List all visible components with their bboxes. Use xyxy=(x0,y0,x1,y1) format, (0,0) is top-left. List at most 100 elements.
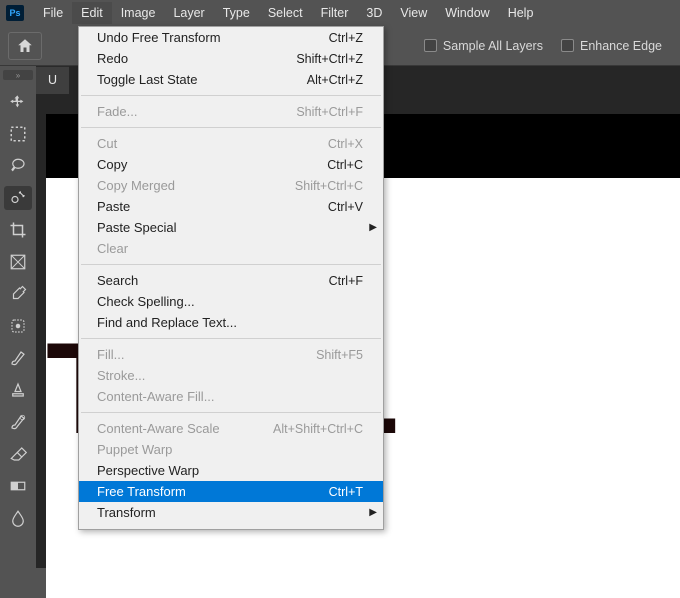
menu-view[interactable]: View xyxy=(391,2,436,24)
menu-item-undo-free-transform[interactable]: Undo Free Transform Ctrl+Z xyxy=(79,27,383,48)
history-brush-tool-icon xyxy=(9,413,27,431)
menu-item-shortcut: Ctrl+C xyxy=(327,158,363,172)
toolbox-expand-handle[interactable]: » xyxy=(3,70,33,80)
menu-item-perspective-warp[interactable]: Perspective Warp xyxy=(79,460,383,481)
menu-item-free-transform[interactable]: Free Transform Ctrl+T xyxy=(79,481,383,502)
menu-filter[interactable]: Filter xyxy=(312,2,358,24)
brush-tool-icon xyxy=(9,349,27,367)
menu-item-find-and-replace-text[interactable]: Find and Replace Text... xyxy=(79,312,383,333)
home-icon xyxy=(16,37,34,55)
enhance-edge-checkbox[interactable]: Enhance Edge xyxy=(561,39,662,53)
menu-item-label: Puppet Warp xyxy=(97,442,172,457)
menu-item-label: Redo xyxy=(97,51,128,66)
menu-item-shortcut: Ctrl+X xyxy=(328,137,363,151)
menu-item-label: Find and Replace Text... xyxy=(97,315,237,330)
menu-item-shortcut: Shift+Ctrl+Z xyxy=(296,52,363,66)
home-button[interactable] xyxy=(8,32,42,60)
eraser-tool-icon xyxy=(9,445,27,463)
menubar: Ps FileEditImageLayerTypeSelectFilter3DV… xyxy=(0,0,680,26)
menu-item-label: Copy Merged xyxy=(97,178,175,193)
quick-selection-tool-icon xyxy=(9,189,27,207)
app-icon: Ps xyxy=(6,5,24,21)
crop-tool-icon xyxy=(9,221,27,239)
history-brush-tool[interactable] xyxy=(4,410,32,434)
eyedropper-tool-icon xyxy=(9,285,27,303)
menu-item-label: Undo Free Transform xyxy=(97,30,221,45)
menu-help[interactable]: Help xyxy=(499,2,543,24)
quick-selection-tool[interactable] xyxy=(4,186,32,210)
menu-item-label: Paste Special xyxy=(97,220,177,235)
gradient-tool[interactable] xyxy=(4,474,32,498)
menu-item-stroke: Stroke... xyxy=(79,365,383,386)
sample-all-layers-label: Sample All Layers xyxy=(443,39,543,53)
healing-brush-tool-icon xyxy=(9,317,27,335)
menu-item-cut: CutCtrl+X xyxy=(79,133,383,154)
menu-item-shortcut: Shift+F5 xyxy=(316,348,363,362)
submenu-arrow-icon: ▶ xyxy=(369,507,377,518)
menu-item-label: Search xyxy=(97,273,138,288)
eraser-tool[interactable] xyxy=(4,442,32,466)
submenu-arrow-icon: ▶ xyxy=(369,222,377,233)
menu-item-label: Copy xyxy=(97,157,127,172)
menu-item-copy[interactable]: Copy Ctrl+C xyxy=(79,154,383,175)
menu-item-fill: Fill...Shift+F5 xyxy=(79,344,383,365)
clone-stamp-tool[interactable] xyxy=(4,378,32,402)
menu-item-label: Content-Aware Scale xyxy=(97,421,220,436)
blur-tool[interactable] xyxy=(4,506,32,530)
menu-item-label: Toggle Last State xyxy=(97,72,197,87)
menu-window[interactable]: Window xyxy=(436,2,498,24)
menu-select[interactable]: Select xyxy=(259,2,312,24)
eyedropper-tool[interactable] xyxy=(4,282,32,306)
checkbox-icon xyxy=(561,39,574,52)
edit-menu-dropdown: Undo Free Transform Ctrl+Z Redo Shift+Ctrl+… xyxy=(78,26,384,530)
brush-tool[interactable] xyxy=(4,346,32,370)
menu-layer[interactable]: Layer xyxy=(164,2,213,24)
menu-type[interactable]: Type xyxy=(214,2,259,24)
menu-item-check-spelling[interactable]: Check Spelling... xyxy=(79,291,383,312)
crop-tool[interactable] xyxy=(4,218,32,242)
blur-tool-icon xyxy=(9,509,27,527)
menu-item-label: Stroke... xyxy=(97,368,145,383)
lasso-tool[interactable] xyxy=(4,154,32,178)
menu-item-redo[interactable]: Redo Shift+Ctrl+Z xyxy=(79,48,383,69)
frame-tool-icon xyxy=(9,253,27,271)
menu-item-content-aware-scale: Content-Aware ScaleAlt+Shift+Ctrl+C xyxy=(79,418,383,439)
menu-separator xyxy=(81,95,381,96)
toolbox: » xyxy=(0,66,36,568)
menu-item-shortcut: Ctrl+T xyxy=(329,485,363,499)
menu-item-label: Content-Aware Fill... xyxy=(97,389,215,404)
menu-file[interactable]: File xyxy=(34,2,72,24)
move-tool-icon xyxy=(9,93,27,111)
menu-separator xyxy=(81,338,381,339)
gradient-tool-icon xyxy=(9,477,27,495)
healing-brush-tool[interactable] xyxy=(4,314,32,338)
menu-item-paste-special[interactable]: Paste Special ▶ xyxy=(79,217,383,238)
document-tab[interactable]: U xyxy=(36,66,69,94)
enhance-edge-label: Enhance Edge xyxy=(580,39,662,53)
menu-item-transform[interactable]: Transform▶ xyxy=(79,502,383,523)
marquee-tool-icon xyxy=(9,125,27,143)
menu-edit[interactable]: Edit xyxy=(72,2,112,24)
menu-3d[interactable]: 3D xyxy=(357,2,391,24)
clone-stamp-tool-icon xyxy=(9,381,27,399)
menu-separator xyxy=(81,127,381,128)
menu-item-shortcut: Ctrl+V xyxy=(328,200,363,214)
marquee-tool[interactable] xyxy=(4,122,32,146)
menu-item-label: Clear xyxy=(97,241,128,256)
menu-item-paste[interactable]: Paste Ctrl+V xyxy=(79,196,383,217)
menu-item-search[interactable]: SearchCtrl+F xyxy=(79,270,383,291)
menu-image[interactable]: Image xyxy=(112,2,165,24)
move-tool[interactable] xyxy=(4,90,32,114)
sample-all-layers-checkbox[interactable]: Sample All Layers xyxy=(424,39,543,53)
menu-separator xyxy=(81,412,381,413)
checkbox-icon xyxy=(424,39,437,52)
menu-item-label: Paste xyxy=(97,199,130,214)
menu-item-label: Fade... xyxy=(97,104,137,119)
menu-item-toggle-last-state[interactable]: Toggle Last StateAlt+Ctrl+Z xyxy=(79,69,383,90)
menu-item-clear: Clear xyxy=(79,238,383,259)
lasso-tool-icon xyxy=(9,157,27,175)
menu-item-shortcut: Ctrl+Z xyxy=(329,31,363,45)
menu-item-label: Check Spelling... xyxy=(97,294,195,309)
menu-item-label: Free Transform xyxy=(97,484,186,499)
frame-tool[interactable] xyxy=(4,250,32,274)
